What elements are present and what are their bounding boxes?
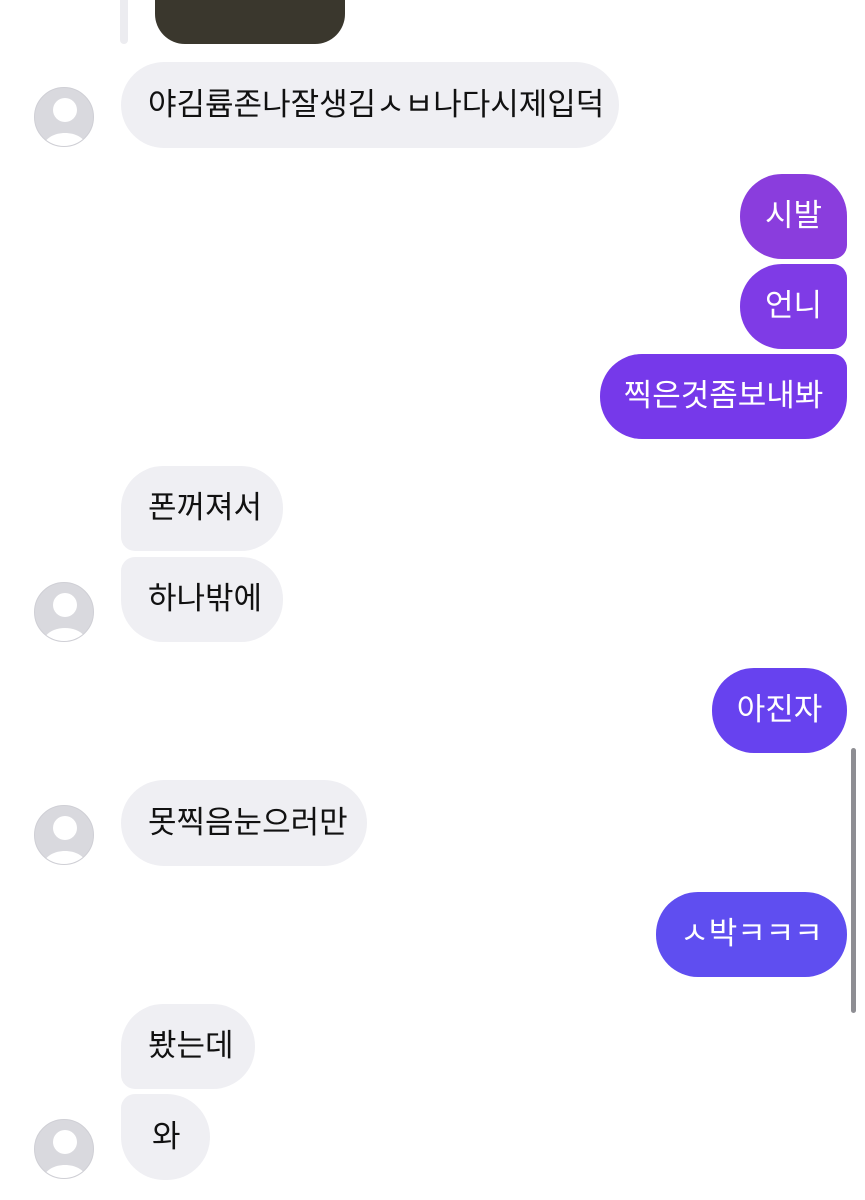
- message-text: 야김륨존나잘생김ㅅㅂ나다시제입덕: [148, 86, 605, 123]
- message-text: 언니: [764, 288, 823, 324]
- message-text: 하나밖에: [148, 581, 263, 617]
- incoming-message-bubble[interactable]: 폰꺼져서: [121, 466, 283, 551]
- outgoing-message-bubble[interactable]: 찍은것좀보내봐: [600, 354, 847, 439]
- message-text: 봤는데: [148, 1028, 234, 1064]
- avatar-icon[interactable]: [34, 87, 94, 147]
- incoming-message-bubble[interactable]: 하나밖에: [121, 557, 283, 642]
- outgoing-message-bubble[interactable]: 시발: [740, 174, 847, 259]
- incoming-message-bubble[interactable]: 야김륨존나잘생김ㅅㅂ나다시제입덕: [121, 62, 619, 148]
- incoming-message-bubble[interactable]: 와: [121, 1094, 210, 1180]
- message-text: 폰꺼져서: [148, 490, 263, 526]
- avatar-icon[interactable]: [34, 582, 94, 642]
- message-text: ㅅ박ㅋㅋㅋ: [680, 916, 823, 952]
- outgoing-message-bubble[interactable]: 아진자: [712, 668, 847, 753]
- message-text: 와: [152, 1118, 181, 1155]
- message-text: 아진자: [736, 692, 823, 728]
- outgoing-message-bubble[interactable]: 언니: [740, 264, 847, 349]
- incoming-message-bubble[interactable]: 못찍음눈으러만: [121, 780, 367, 866]
- message-text: 못찍음눈으러만: [148, 804, 348, 841]
- chat-thread: 야김륨존나잘생김ㅅㅂ나다시제입덕 시발 언니 찍은것좀보내봐 폰꺼져서 하나밖에…: [0, 0, 865, 1200]
- incoming-message-bubble[interactable]: 봤는데: [121, 1004, 255, 1089]
- reply-indicator-bar: [120, 0, 128, 44]
- message-text: 시발: [764, 198, 823, 234]
- scrollbar-thumb[interactable]: [851, 748, 856, 1013]
- avatar-icon[interactable]: [34, 805, 94, 865]
- media-thumbnail[interactable]: [155, 0, 345, 44]
- message-text: 찍은것좀보내봐: [623, 378, 824, 414]
- outgoing-message-bubble[interactable]: ㅅ박ㅋㅋㅋ: [656, 892, 847, 977]
- avatar-icon[interactable]: [34, 1119, 94, 1179]
